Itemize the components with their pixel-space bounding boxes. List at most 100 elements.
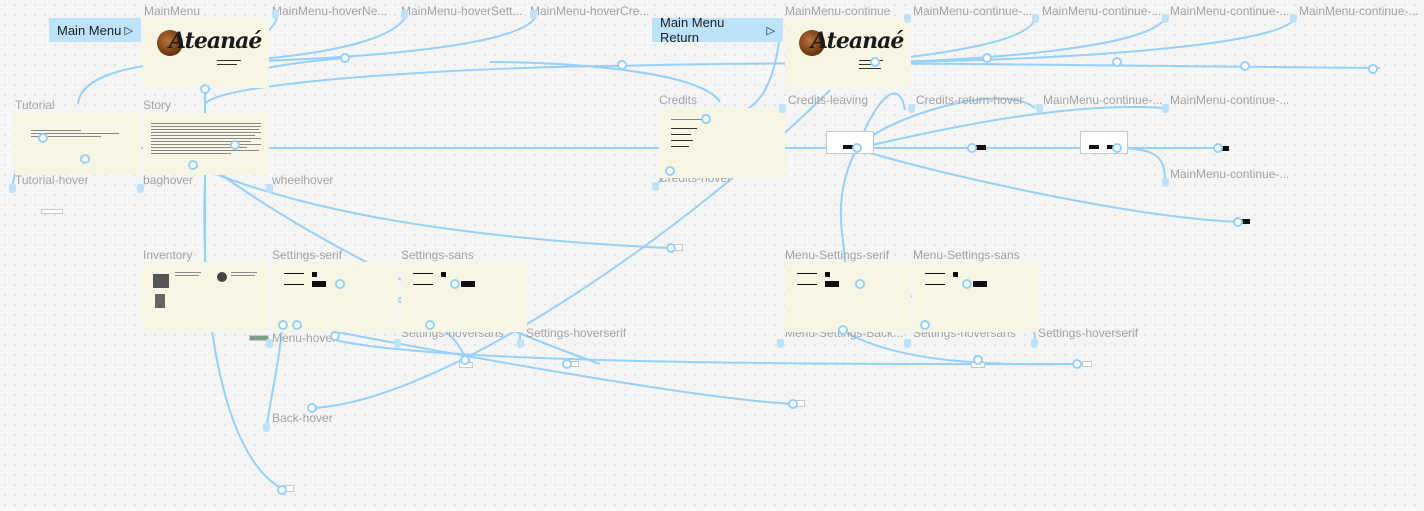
hotspot[interactable] (450, 279, 460, 289)
frame-label-continue-c[interactable]: MainMenu-continue-... (1170, 4, 1289, 18)
hotspot[interactable] (1112, 143, 1122, 153)
frame-label-mainmenu[interactable]: MainMenu (144, 4, 200, 18)
frame-label-back-hover[interactable]: Back-hover (272, 411, 333, 425)
frame-label-inventory[interactable]: Inventory (143, 248, 192, 262)
flow-start-main-menu-return[interactable]: Main Menu Return ▷ (652, 15, 783, 45)
font-toggle[interactable] (825, 281, 839, 287)
play-icon[interactable]: ▷ (125, 24, 133, 37)
prototype-canvas[interactable]: Main Menu ▷ Main Menu Return ▷ MainMenu … (0, 0, 1424, 511)
frame-label-credits-return-hover[interactable]: Credits-return-hover (916, 93, 1023, 107)
frame-credits[interactable] (659, 108, 785, 178)
frame-continue[interactable]: Ateanaé (785, 18, 911, 88)
hotspot[interactable] (425, 320, 435, 330)
frame-label-continue-g[interactable]: MainMenu-continue-... (1170, 167, 1289, 181)
hotspot[interactable] (701, 114, 711, 124)
frame-anchor (137, 184, 144, 193)
frame-label-settings-hoverserif-2[interactable]: Settings-hoverserif (1038, 326, 1138, 340)
frame-inventory[interactable] (143, 262, 269, 332)
hotspot[interactable] (962, 279, 972, 289)
hotspot[interactable] (1368, 64, 1378, 74)
hotspot[interactable] (788, 399, 798, 409)
frame-menu-settings-serif[interactable] (785, 262, 911, 332)
frame-label-wheel-hover[interactable]: wheelhover (272, 173, 333, 187)
checkbox[interactable] (825, 272, 830, 277)
hotspot[interactable] (617, 60, 627, 70)
hotspot[interactable] (80, 154, 90, 164)
frame-menu-settings-sans[interactable] (913, 262, 1039, 332)
hotspot[interactable] (852, 143, 862, 153)
frame-label-continue-e[interactable]: MainMenu-continue-... (1043, 93, 1162, 107)
hotspot[interactable] (973, 355, 983, 365)
frame-label-story[interactable]: Story (143, 98, 171, 112)
frame-label-menu-settings-serif[interactable]: Menu-Settings-serif (785, 248, 889, 262)
hotspot[interactable] (278, 320, 288, 330)
hotspot[interactable] (277, 485, 287, 495)
hotspot[interactable] (870, 57, 880, 67)
flow-start-main-menu[interactable]: Main Menu ▷ (49, 18, 141, 42)
frame-label-hover-settings[interactable]: MainMenu-hoverSett... (401, 4, 522, 18)
thumb[interactable] (1082, 361, 1092, 367)
frame-tutorial[interactable] (15, 113, 141, 175)
hotspot[interactable] (188, 160, 198, 170)
frame-label-continue-f[interactable]: MainMenu-continue-... (1170, 93, 1289, 107)
hotspot[interactable] (460, 355, 470, 365)
frame-label-hover-credits[interactable]: MainMenu-hoverCre... (530, 4, 649, 18)
frame-label-credits-leaving[interactable]: Credits-leaving (788, 93, 868, 107)
hotspot[interactable] (665, 166, 675, 176)
frame-label-settings-serif[interactable]: Settings-serif (272, 248, 342, 262)
hotspot[interactable] (307, 403, 317, 413)
hotspot[interactable] (967, 143, 977, 153)
hotspot[interactable] (855, 279, 865, 289)
hotspot[interactable] (562, 359, 572, 369)
hotspot[interactable] (292, 320, 302, 330)
frame-label-bag-hover[interactable]: baghover (143, 173, 193, 187)
hotspot[interactable] (200, 84, 210, 94)
hotspot[interactable] (230, 140, 240, 150)
frame-anchor (779, 104, 786, 113)
hotspot[interactable] (1112, 57, 1122, 67)
font-toggle[interactable] (312, 281, 326, 287)
tutorial-hover-thumb[interactable] (41, 209, 63, 214)
frame-anchor (9, 184, 16, 193)
hotspot[interactable] (1240, 61, 1250, 71)
credits-leaving-popup[interactable] (826, 131, 874, 154)
font-toggle[interactable] (973, 281, 987, 287)
hotspot[interactable] (1233, 217, 1243, 227)
frame-mainmenu[interactable]: Ateanaé (143, 18, 269, 88)
hotspot[interactable] (340, 53, 350, 63)
frame-label-continue-d[interactable]: MainMenu-continue-... (1299, 4, 1418, 18)
frame-settings-sans[interactable] (401, 262, 527, 332)
checkbox[interactable] (312, 272, 317, 277)
hotspot[interactable] (330, 331, 340, 341)
frame-label-continue-a[interactable]: MainMenu-continue-... (913, 4, 1032, 18)
frame-story[interactable] (143, 113, 269, 175)
hotspot[interactable] (38, 133, 48, 143)
hotspot[interactable] (1213, 143, 1223, 153)
frame-label-credits[interactable]: Credits (659, 93, 697, 107)
frame-label-continue[interactable]: MainMenu-continue (785, 4, 890, 18)
thumb[interactable] (976, 145, 986, 150)
text-line (231, 275, 255, 276)
hotspot[interactable] (838, 325, 848, 335)
frame-label-menu-hover[interactable]: Menu-hover (272, 331, 336, 345)
hotspot[interactable] (920, 320, 930, 330)
checkbox[interactable] (441, 272, 446, 277)
hotspot[interactable] (982, 53, 992, 63)
frame-label-tutorial[interactable]: Tutorial (15, 98, 55, 112)
frame-anchor (1036, 104, 1043, 113)
hotspot[interactable] (1072, 359, 1082, 369)
popup-button[interactable] (1089, 145, 1099, 149)
frame-label-settings-sans[interactable]: Settings-sans (401, 248, 474, 262)
frame-label-hover-new[interactable]: MainMenu-hoverNe... (272, 4, 387, 18)
text-line (671, 140, 693, 141)
hotspot[interactable] (666, 243, 676, 253)
frame-label-menu-settings-sans[interactable]: Menu-Settings-sans (913, 248, 1020, 262)
hotspot[interactable] (335, 279, 345, 289)
checkbox[interactable] (953, 272, 958, 277)
frame-settings-serif[interactable] (272, 262, 398, 332)
frame-label-continue-b[interactable]: MainMenu-continue-... (1042, 4, 1161, 18)
frame-label-settings-hoverserif[interactable]: Settings-hoverserif (526, 326, 626, 340)
frame-label-tutorial-hover[interactable]: Tutorial-hover (15, 173, 89, 187)
font-toggle[interactable] (461, 281, 475, 287)
play-icon[interactable]: ▷ (767, 24, 775, 37)
